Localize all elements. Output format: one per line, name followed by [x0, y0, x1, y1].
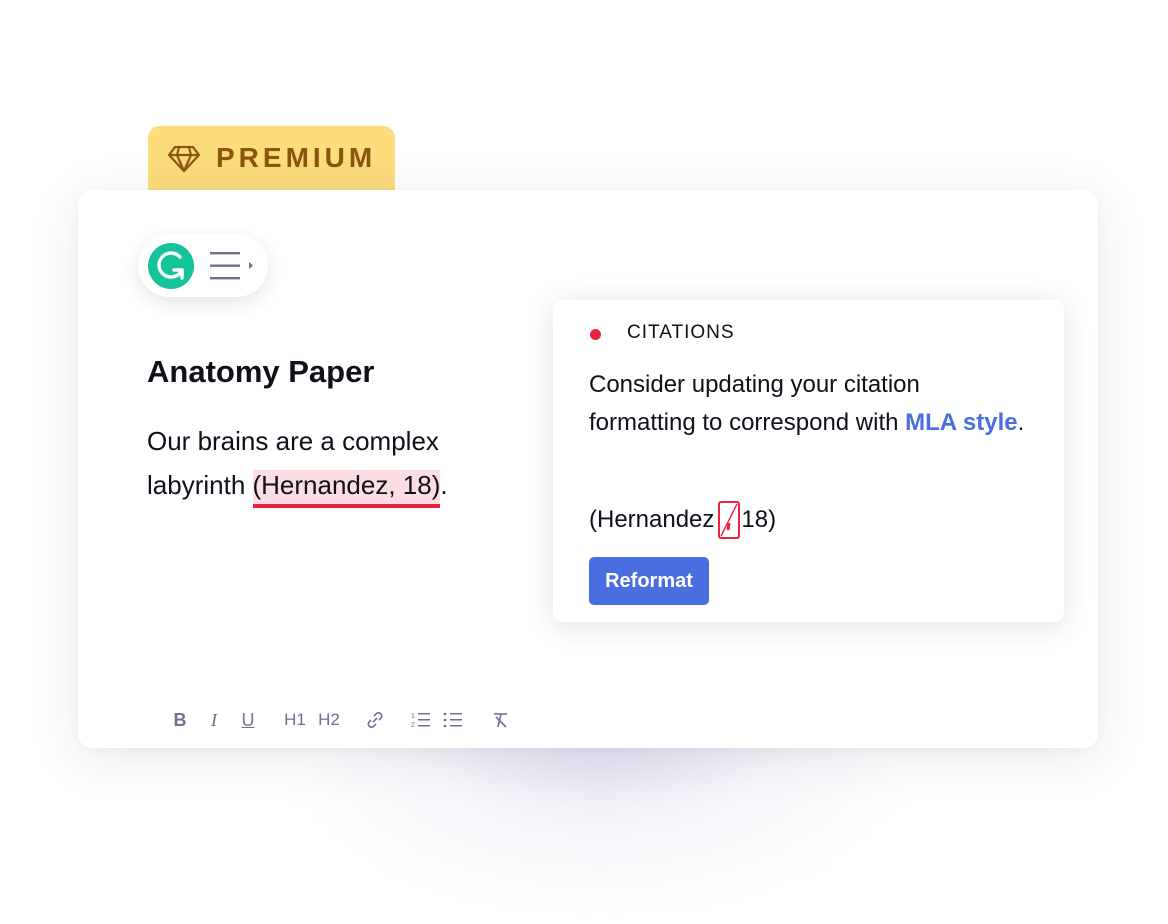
- message-end: .: [1017, 409, 1025, 436]
- preview-after: 18): [741, 506, 777, 533]
- link-button[interactable]: [364, 708, 386, 732]
- document-body[interactable]: Our brains are a complex labyrinth (Hern…: [147, 419, 527, 508]
- grammarly-g-icon: [157, 251, 184, 280]
- diamond-icon: [167, 145, 201, 173]
- italic-button[interactable]: I: [204, 708, 224, 732]
- heading-2-icon: H2: [318, 710, 340, 729]
- underline-icon: U: [241, 709, 255, 730]
- suggestion-message: Consider updating your citation formatti…: [589, 366, 1029, 442]
- status-dot: [590, 329, 601, 340]
- menu-expand-icon[interactable]: [210, 250, 260, 282]
- underline-button[interactable]: U: [238, 708, 258, 732]
- citation-preview: (Hernandez 18): [589, 501, 776, 539]
- preview-before: (Hernandez: [589, 506, 715, 533]
- strikethrough-icon: [720, 503, 739, 537]
- heading-1-button[interactable]: H1: [282, 708, 308, 732]
- numbered-list-button[interactable]: 12: [410, 708, 432, 732]
- clear-format-button[interactable]: [490, 708, 512, 732]
- mla-style-link[interactable]: MLA style: [905, 409, 1017, 436]
- bulleted-list-button[interactable]: [442, 708, 464, 732]
- svg-text:1: 1: [411, 713, 415, 720]
- heading-2-button[interactable]: H2: [316, 708, 342, 732]
- bold-icon: B: [173, 709, 187, 730]
- premium-label: PREMIUM: [216, 142, 377, 173]
- bulleted-list-icon: [443, 712, 462, 728]
- italic-icon: I: [211, 709, 217, 730]
- format-toolbar: B I U H1 H2 12: [170, 705, 512, 735]
- body-text-end: .: [440, 470, 448, 500]
- numbered-list-icon: 12: [411, 713, 430, 729]
- link-icon: [367, 712, 383, 728]
- removed-comma: [718, 501, 741, 539]
- suggestion-category: CITATIONS: [627, 322, 735, 343]
- grammarly-logo[interactable]: [148, 243, 194, 289]
- citation-highlight[interactable]: (Hernandez, 18): [252, 470, 441, 508]
- bold-button[interactable]: B: [170, 708, 190, 732]
- message-text: Consider updating your citation formatti…: [589, 371, 920, 436]
- premium-badge: PREMIUM: [148, 126, 395, 196]
- svg-text:2: 2: [411, 722, 415, 729]
- heading-1-icon: H1: [284, 710, 306, 729]
- clear-format-icon: [494, 713, 507, 728]
- reformat-button[interactable]: Reformat: [589, 557, 709, 605]
- document-title: Anatomy Paper: [147, 354, 375, 389]
- grammarly-widget[interactable]: [138, 234, 268, 297]
- suggestion-card[interactable]: CITATIONS Consider updating your citatio…: [553, 300, 1064, 622]
